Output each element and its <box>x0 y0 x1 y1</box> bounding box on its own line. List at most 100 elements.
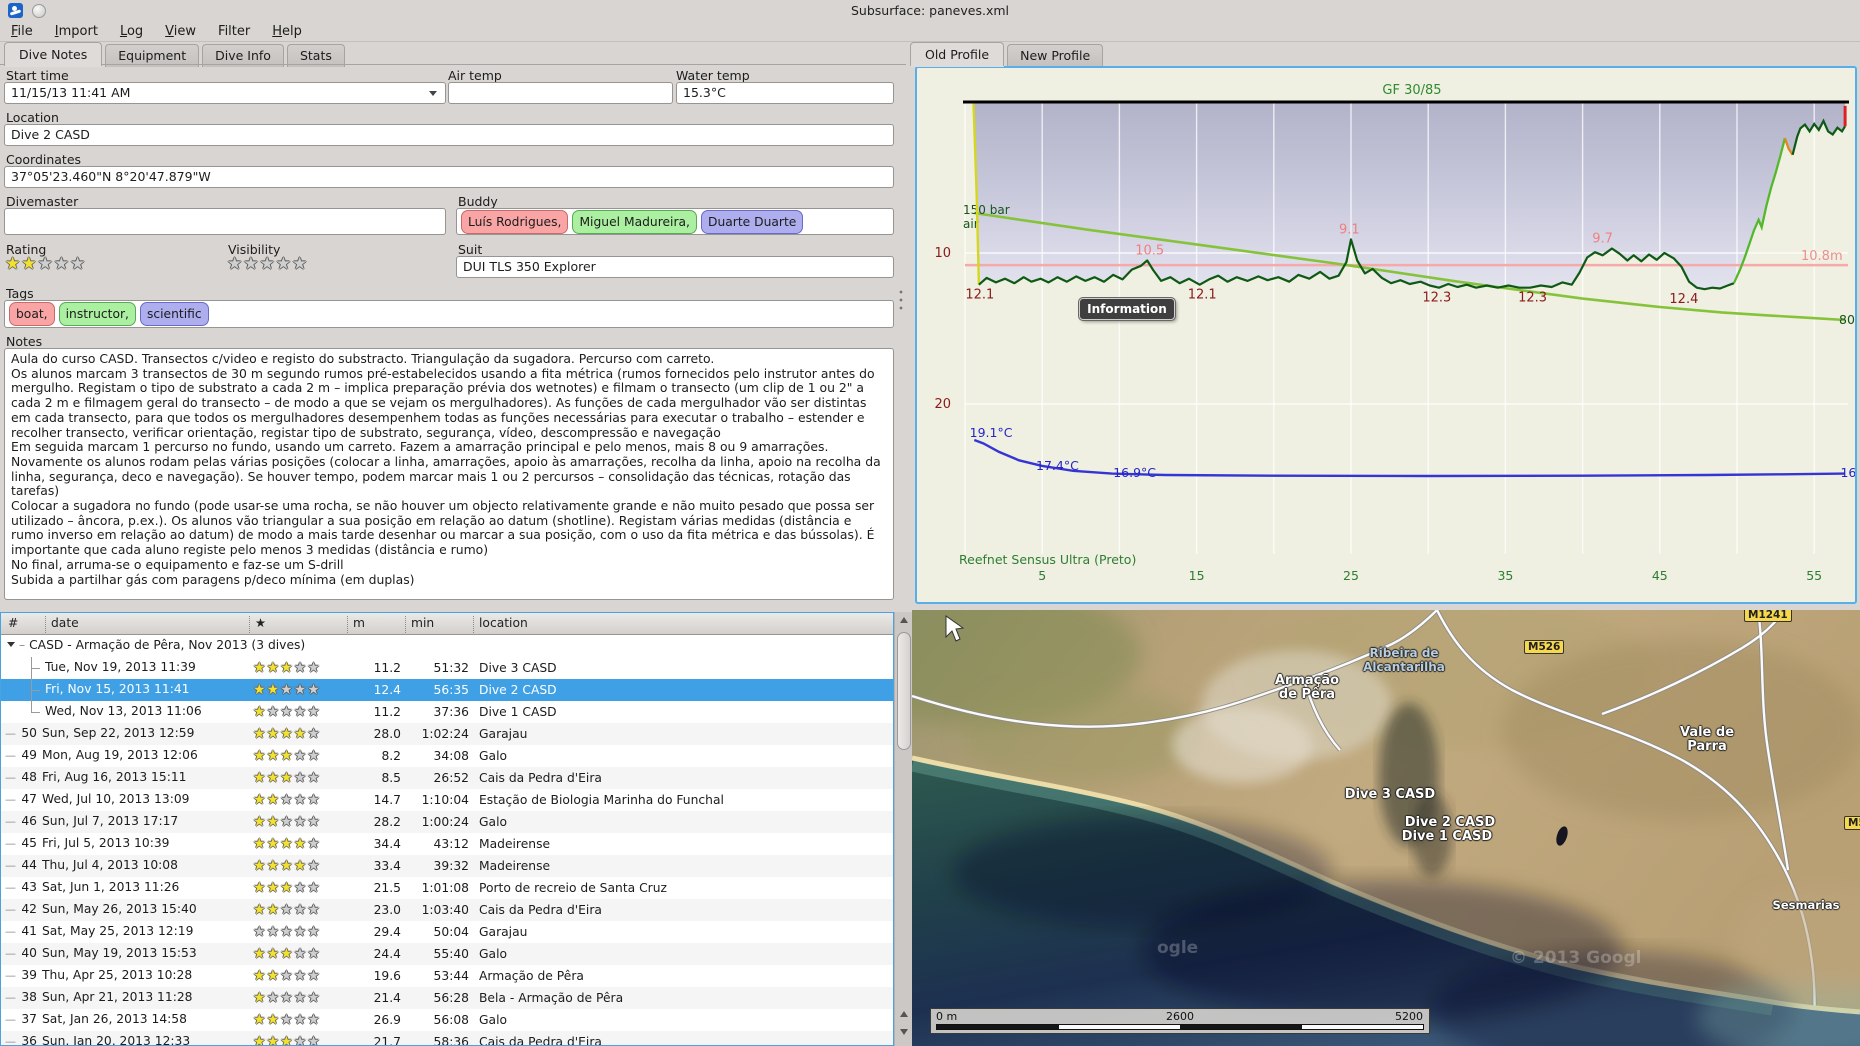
buddy-pill[interactable]: Luís Rodrigues, <box>461 209 569 234</box>
col-depth[interactable]: m <box>347 616 365 633</box>
svg-text:20: 20 <box>934 397 951 412</box>
svg-text:12.3: 12.3 <box>1518 291 1547 306</box>
row-duration: 1:03:40 <box>421 903 469 917</box>
table-row[interactable]: Fri, Nov 15, 2013 11:41 ★★★★★ 12.4 56:35 Div… <box>1 679 893 701</box>
row-location: Dive 1 CASD <box>479 705 557 719</box>
row-location: Dive 2 CASD <box>479 683 557 697</box>
row-location: Cais da Pedra d'Eira <box>479 1035 602 1046</box>
dive-site-map[interactable]: Armação de Pêra Ribeira de Alcantarilha Va… <box>912 610 1860 1046</box>
table-row[interactable]: —47 Wed, Jul 10, 2013 13:09 ★★★★★ 14.7 1:10:… <box>1 789 893 811</box>
visibility-stars[interactable]: ★★★★★ <box>227 254 308 274</box>
col-rating[interactable]: ★ <box>249 616 266 633</box>
location-label: Location <box>6 110 59 125</box>
svg-text:17.4°C: 17.4°C <box>1036 458 1079 473</box>
scroll-up-icon[interactable] <box>898 614 910 626</box>
col-number[interactable]: # <box>3 616 18 633</box>
row-depth: 28.0 <box>373 727 401 741</box>
window-title: Subsurface: paneves.xml <box>850 3 1009 18</box>
water-temp-field[interactable]: 15.3°C <box>676 82 894 104</box>
scrollbar-thumb[interactable] <box>897 632 911 750</box>
col-location[interactable]: location <box>473 616 528 633</box>
tab-dive-notes[interactable]: Dive Notes <box>4 42 103 66</box>
table-row[interactable]: —45 Fri, Jul 5, 2013 10:39 ★★★★★ 34.4 43:12 M… <box>1 833 893 855</box>
col-date[interactable]: date <box>45 616 79 633</box>
air-temp-label: Air temp <box>448 68 502 83</box>
svg-text:12.3: 12.3 <box>1422 291 1451 306</box>
map-place-label: Ribeira de Alcantarilha <box>1363 646 1445 674</box>
information-tooltip[interactable]: Information <box>1079 298 1175 320</box>
menu-file[interactable]: File <box>0 21 44 43</box>
table-row[interactable]: —48 Fri, Aug 16, 2013 15:11 ★★★★★ 8.5 26:52 C… <box>1 767 893 789</box>
col-duration[interactable]: min <box>405 616 434 633</box>
tab-old-profile[interactable]: Old Profile <box>910 42 1005 66</box>
start-time-select[interactable]: 11/15/13 11:41 AM <box>4 82 446 104</box>
table-row[interactable]: —41 Sat, May 25, 2013 12:19 ★★★★★ 29.4 50:04… <box>1 921 893 943</box>
row-depth: 8.2 <box>381 749 401 763</box>
row-rating: ★★★★★ <box>253 968 321 984</box>
tab-new-profile[interactable]: New Profile <box>1007 44 1104 67</box>
notes-textarea[interactable]: Aula do curso CASD. Transectos c/video e… <box>4 348 894 600</box>
trip-group-row[interactable]: – CASD - Armação de Pêra, Nov 2013 (3 di… <box>1 635 893 657</box>
dive-list-scrollbar[interactable] <box>894 612 912 1046</box>
svg-text:80: 80 <box>1839 312 1855 327</box>
row-location: Galo <box>479 1013 508 1027</box>
svg-text:12.1: 12.1 <box>1188 288 1217 303</box>
table-row[interactable]: —46 Sun, Jul 7, 2013 17:17 ★★★★★ 28.2 1:00:2… <box>1 811 893 833</box>
table-row[interactable]: —42 Sun, May 26, 2013 15:40 ★★★★★ 23.0 1:03:… <box>1 899 893 921</box>
row-duration: 43:12 <box>433 837 469 851</box>
collapse-icon[interactable] <box>7 642 15 647</box>
table-row[interactable]: —43 Sat, Jun 1, 2013 11:26 ★★★★★ 21.5 1:01:0… <box>1 877 893 899</box>
row-duration: 56:08 <box>433 1013 469 1027</box>
table-row[interactable]: —50 Sun, Sep 22, 2013 12:59 ★★★★★ 28.0 1:02:… <box>1 723 893 745</box>
svg-text:150 bar: 150 bar <box>963 203 1010 217</box>
tag-pill[interactable]: boat, <box>9 302 55 326</box>
map-scalebar: 0 m 2600 5200 <box>930 1008 1430 1034</box>
row-location: Madeirense <box>479 859 551 873</box>
splitter-handle[interactable] <box>899 288 903 314</box>
divemaster-label: Divemaster <box>6 194 79 209</box>
svg-text:9.7: 9.7 <box>1592 231 1613 246</box>
rating-stars[interactable]: ★★★★★ <box>5 254 86 274</box>
dive-list: # date ★ m min location – CASD - Armação… <box>0 612 894 1046</box>
dive-site-label: Dive 2 CASD <box>1404 815 1496 830</box>
buddy-pill[interactable]: Miguel Madureira, <box>572 209 697 234</box>
suit-label: Suit <box>458 242 483 257</box>
menu-view[interactable]: View <box>154 21 207 43</box>
row-location: Dive 3 CASD <box>479 661 557 675</box>
table-row[interactable]: —36 Sun, Jan 20, 2013 12:33 ★★★★★ 21.7 58:36… <box>1 1031 893 1046</box>
water-temp-label: Water temp <box>676 68 750 83</box>
coordinates-field[interactable]: 37°05'23.460"N 8°20'47.879"W <box>4 166 894 188</box>
tags-field[interactable]: boat, instructor, scientific <box>4 300 894 328</box>
menu-help[interactable]: Help <box>261 21 313 43</box>
menu-log[interactable]: Log <box>109 21 154 43</box>
menubar: File Import Log View Filter Help <box>0 20 1860 42</box>
titlebar: Subsurface: paneves.xml <box>0 0 1860 20</box>
divemaster-field[interactable] <box>4 208 446 235</box>
table-row[interactable]: —40 Sun, May 19, 2013 15:53 ★★★★★ 24.4 55:40… <box>1 943 893 965</box>
row-duration: 1:00:24 <box>421 815 469 829</box>
table-row[interactable]: —49 Mon, Aug 19, 2013 12:06 ★★★★★ 8.2 34:08 G… <box>1 745 893 767</box>
table-row[interactable]: —39 Thu, Apr 25, 2013 10:28 ★★★★★ 19.6 53:44… <box>1 965 893 987</box>
scroll-down-icon[interactable] <box>898 1026 910 1038</box>
scroll-up2-icon[interactable] <box>898 1008 910 1020</box>
buddy-pill[interactable]: Duarte Duarte <box>700 209 804 234</box>
location-field[interactable]: Dive 2 CASD <box>4 124 894 146</box>
dive-list-header[interactable]: # date ★ m min location <box>1 613 893 635</box>
buddy-field[interactable]: Luís Rodrigues, Miguel Madureira, Duarte D… <box>456 208 894 235</box>
row-rating: ★★★★★ <box>253 858 321 874</box>
row-depth: 21.7 <box>373 1035 401 1046</box>
table-row[interactable]: —37 Sat, Jan 26, 2013 14:58 ★★★★★ 26.9 56:08… <box>1 1009 893 1031</box>
menu-filter[interactable]: Filter <box>207 21 261 43</box>
table-row[interactable]: Tue, Nov 19, 2013 11:39 ★★★★★ 11.2 51:32 Div… <box>1 657 893 679</box>
tag-pill[interactable]: instructor, <box>58 302 136 326</box>
table-row[interactable]: —38 Sun, Apr 21, 2013 11:28 ★★★★★ 21.4 56:28… <box>1 987 893 1009</box>
suit-field[interactable]: DUI TLS 350 Explorer <box>456 256 894 278</box>
row-duration: 56:28 <box>433 991 469 1005</box>
tag-pill[interactable]: scientific <box>139 302 209 326</box>
table-row[interactable]: Wed, Nov 13, 2013 11:06 ★★★★★ 11.2 37:36 Div… <box>1 701 893 723</box>
air-temp-field[interactable] <box>448 82 673 104</box>
svg-text:Reefnet Sensus Ultra (Preto): Reefnet Sensus Ultra (Preto) <box>959 552 1136 567</box>
table-row[interactable]: —44 Thu, Jul 4, 2013 10:08 ★★★★★ 33.4 39:32 M… <box>1 855 893 877</box>
menu-import[interactable]: Import <box>44 21 109 43</box>
notes-label: Notes <box>6 334 43 349</box>
